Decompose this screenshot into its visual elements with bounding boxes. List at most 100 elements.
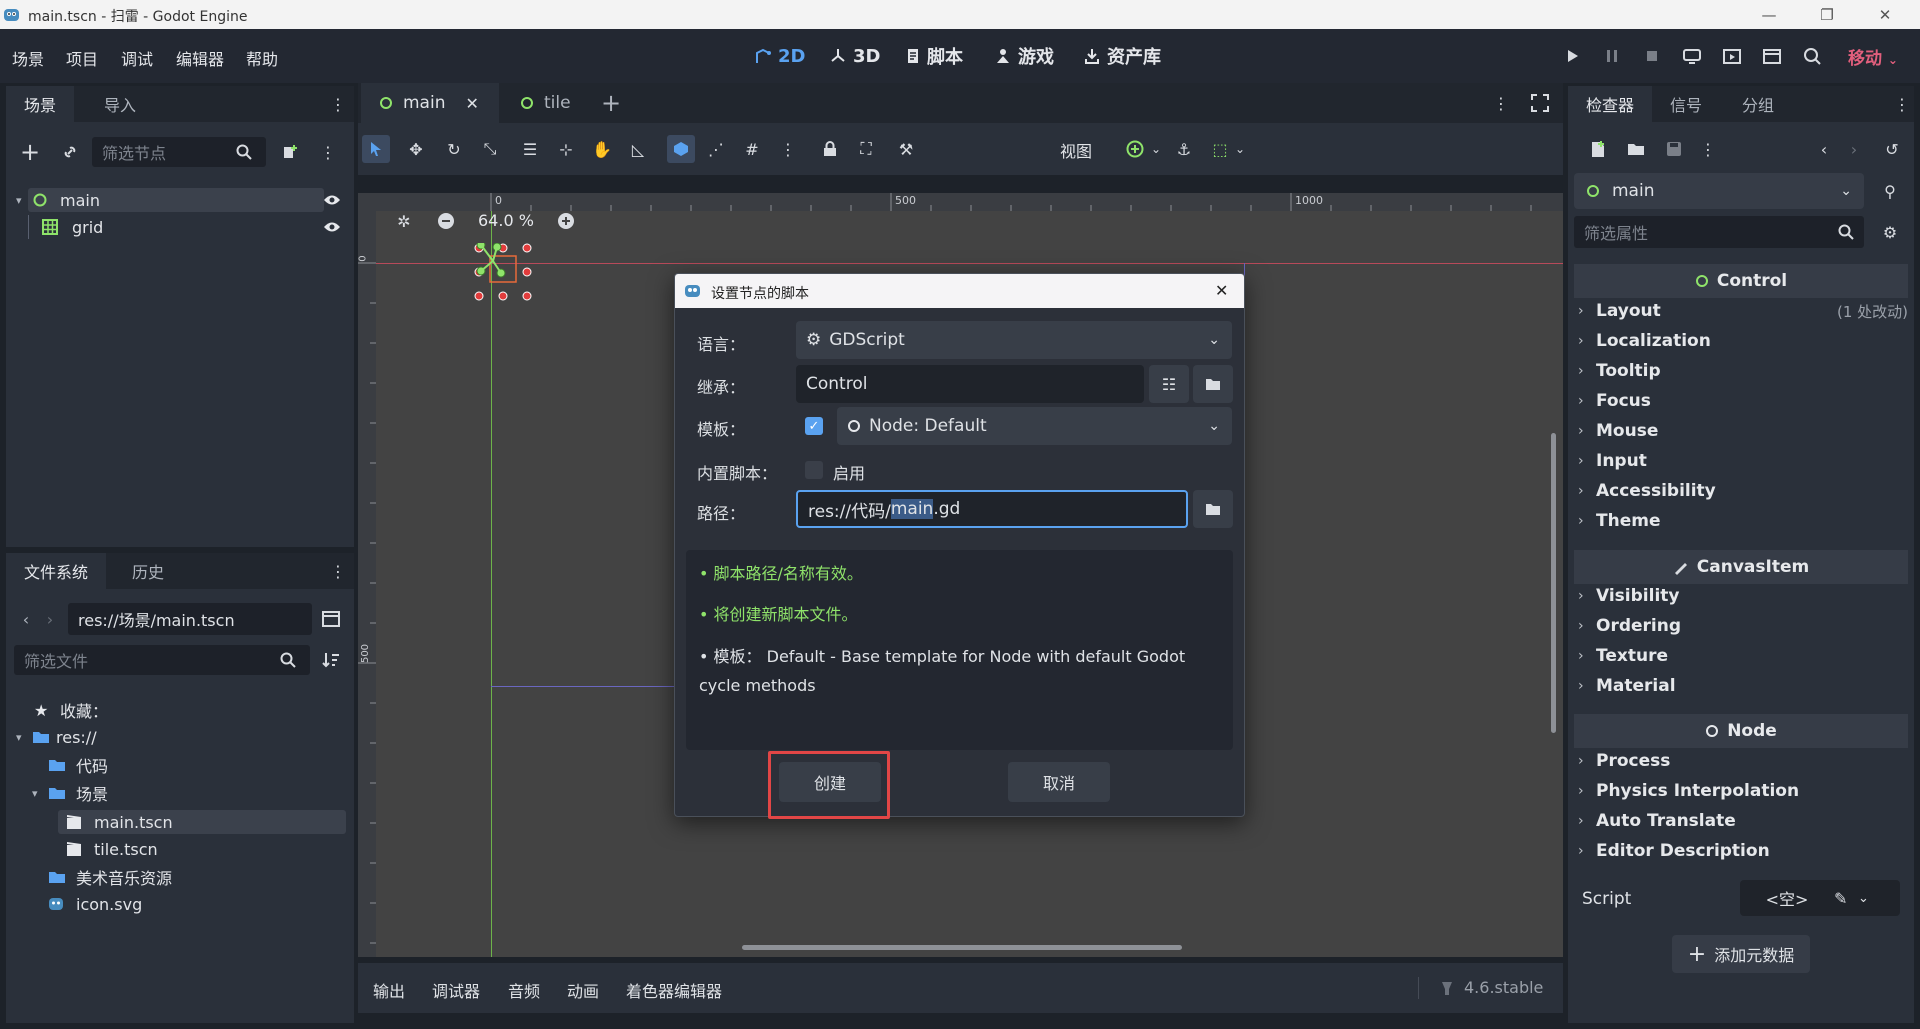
list-select-icon[interactable]: ☰ bbox=[518, 137, 542, 161]
prop-process[interactable]: › Process bbox=[1578, 746, 1908, 776]
prop-mouse[interactable]: › Mouse bbox=[1578, 416, 1908, 446]
property-options-icon[interactable]: ⚙ bbox=[1878, 220, 1902, 244]
prop-editor-description[interactable]: › Editor Description bbox=[1578, 836, 1908, 866]
renderer-selector[interactable]: 移动 ⌄ bbox=[1848, 44, 1898, 69]
file-filter-input[interactable]: 筛选文件 bbox=[14, 645, 310, 675]
dock-menu-icon[interactable]: ⋮ bbox=[326, 92, 350, 116]
workspace-3d-button[interactable]: 3D bbox=[829, 43, 880, 69]
builtin-script-checkbox[interactable] bbox=[805, 461, 823, 479]
prop-physics-interpolation[interactable]: › Physics Interpolation bbox=[1578, 776, 1908, 806]
tab-output[interactable]: 输出 bbox=[373, 978, 405, 1002]
chevron-down-icon[interactable]: ⌄ bbox=[1858, 891, 1878, 906]
dock-menu-icon[interactable]: ⋮ bbox=[1890, 92, 1914, 116]
tab-debugger[interactable]: 调试器 bbox=[432, 978, 480, 1002]
prop-material[interactable]: › Material bbox=[1578, 671, 1908, 701]
link-icon[interactable] bbox=[58, 140, 82, 164]
sort-icon[interactable] bbox=[319, 648, 343, 672]
zoom-level[interactable]: 64.0 % bbox=[478, 211, 534, 230]
node-selector[interactable]: main ⌄ bbox=[1574, 173, 1864, 209]
history-back-icon[interactable]: ‹ bbox=[1812, 137, 1836, 161]
tab-main[interactable]: main ✕ bbox=[361, 83, 499, 123]
file-item-icon-svg[interactable]: icon.svg bbox=[48, 892, 142, 916]
chevron-down-icon[interactable]: ▾ bbox=[32, 787, 48, 800]
file-item-code-folder[interactable]: 代码 bbox=[48, 753, 108, 777]
file-item-res-root[interactable]: ▾ res:// bbox=[16, 725, 97, 749]
menu-help[interactable]: 帮助 bbox=[246, 46, 278, 70]
inherits-tree-button[interactable]: ☷ bbox=[1149, 365, 1189, 403]
move-tool-icon[interactable]: ✥ bbox=[404, 137, 428, 161]
workspace-game-button[interactable]: 游戏 bbox=[994, 43, 1054, 69]
tab-history[interactable]: 历史 bbox=[114, 553, 182, 589]
remote-debug-icon[interactable] bbox=[1682, 46, 1702, 66]
prop-ordering[interactable]: › Ordering bbox=[1578, 611, 1908, 641]
dialog-close-icon[interactable]: ✕ bbox=[1215, 281, 1228, 300]
group-icon[interactable]: ⛶ bbox=[854, 137, 878, 161]
lock-icon[interactable] bbox=[818, 137, 842, 161]
tab-scene[interactable]: 场景 bbox=[6, 86, 75, 122]
node-doc-icon[interactable]: ⚲ bbox=[1878, 179, 1902, 203]
workspace-2d-button[interactable]: 2D bbox=[754, 43, 805, 69]
selected-control-gizmo[interactable] bbox=[468, 243, 538, 303]
rotate-tool-icon[interactable]: ↻ bbox=[442, 137, 466, 161]
template-checkbox[interactable]: ✓ bbox=[805, 417, 823, 435]
close-tab-icon[interactable]: ✕ bbox=[465, 94, 478, 113]
create-button[interactable]: 创建 bbox=[779, 762, 881, 802]
add-metadata-button[interactable]: + 添加元数据 bbox=[1672, 935, 1810, 973]
zoom-out-icon[interactable] bbox=[434, 209, 458, 233]
ruler-tool-icon[interactable]: ◺ bbox=[626, 137, 650, 161]
split-view-icon[interactable] bbox=[319, 607, 343, 631]
dock-menu-icon[interactable]: ⋮ bbox=[326, 559, 350, 583]
menu-scene[interactable]: 场景 bbox=[12, 46, 44, 70]
file-item-scene-folder[interactable]: ▾ 场景 bbox=[32, 781, 108, 805]
pivot-tool-icon[interactable]: ⊹ bbox=[554, 137, 578, 161]
tab-groups[interactable]: 分组 bbox=[1724, 86, 1792, 122]
play-icon[interactable] bbox=[1562, 46, 1582, 66]
file-item-art-folder[interactable]: 美术音乐资源 bbox=[48, 865, 172, 889]
save-resource-icon[interactable] bbox=[1662, 137, 1686, 161]
menu-project[interactable]: 项目 bbox=[66, 46, 98, 70]
workspace-script-button[interactable]: 脚本 bbox=[905, 43, 963, 69]
movie-maker-icon[interactable] bbox=[1802, 46, 1822, 66]
bone-tool-icon[interactable]: ⚒ bbox=[894, 137, 918, 161]
history-icon[interactable]: ↺ bbox=[1880, 137, 1904, 161]
chevron-down-icon[interactable]: ⌄ bbox=[1228, 137, 1252, 161]
filesystem-path-field[interactable]: res://场景/main.tscn bbox=[68, 603, 312, 635]
property-filter-input[interactable]: 筛选属性 bbox=[1574, 216, 1864, 248]
select-tool-icon[interactable] bbox=[362, 135, 390, 163]
prop-accessibility[interactable]: › Accessibility bbox=[1578, 476, 1908, 506]
favorites-row[interactable]: ★ 收藏： bbox=[34, 698, 108, 722]
horizontal-scrollbar[interactable] bbox=[742, 945, 1182, 950]
scale-tool-icon[interactable]: ⤡ bbox=[478, 137, 502, 161]
chevron-down-icon[interactable]: ⌄ bbox=[1144, 137, 1168, 161]
minimize-button[interactable]: — bbox=[1740, 0, 1798, 29]
back-arrow-icon[interactable]: ‹ bbox=[14, 607, 38, 631]
smart-snap-icon[interactable] bbox=[667, 135, 695, 163]
forward-arrow-icon[interactable]: › bbox=[38, 607, 62, 631]
close-window-button[interactable]: ✕ bbox=[1856, 0, 1914, 29]
prop-auto-translate[interactable]: › Auto Translate bbox=[1578, 806, 1908, 836]
pause-icon[interactable] bbox=[1602, 46, 1622, 66]
tab-signals[interactable]: 信号 bbox=[1652, 86, 1720, 122]
prop-tooltip[interactable]: › Tooltip bbox=[1578, 356, 1908, 386]
tabs-menu-icon[interactable]: ⋮ bbox=[1489, 91, 1513, 115]
center-view-icon[interactable]: ✲ bbox=[392, 209, 416, 233]
zoom-in-icon[interactable] bbox=[554, 209, 578, 233]
snap-menu-icon[interactable]: ⋮ bbox=[776, 137, 800, 161]
chevron-down-icon[interactable]: ▾ bbox=[16, 731, 32, 744]
play-scene-icon[interactable] bbox=[1722, 46, 1742, 66]
language-select[interactable]: ⚙ GDScript ⌄ bbox=[796, 321, 1232, 359]
script-load-icon[interactable]: ✎ bbox=[1834, 889, 1858, 908]
pan-tool-icon[interactable]: ✋ bbox=[590, 137, 614, 161]
menu-debug[interactable]: 调试 bbox=[121, 46, 153, 70]
attach-script-icon[interactable] bbox=[278, 140, 302, 164]
tab-inspector[interactable]: 检查器 bbox=[1568, 86, 1653, 122]
play-custom-scene-icon[interactable] bbox=[1762, 46, 1782, 66]
scene-node-grid[interactable]: grid bbox=[28, 215, 332, 239]
history-forward-icon[interactable]: › bbox=[1842, 137, 1866, 161]
inherits-input[interactable]: Control bbox=[796, 365, 1144, 403]
tab-import[interactable]: 导入 bbox=[86, 86, 154, 122]
section-control-header[interactable]: Control bbox=[1574, 264, 1908, 298]
snap-options-icon[interactable]: # bbox=[740, 137, 764, 161]
cancel-button[interactable]: 取消 bbox=[1008, 762, 1110, 802]
scene-tree-menu-icon[interactable]: ⋮ bbox=[316, 140, 340, 164]
